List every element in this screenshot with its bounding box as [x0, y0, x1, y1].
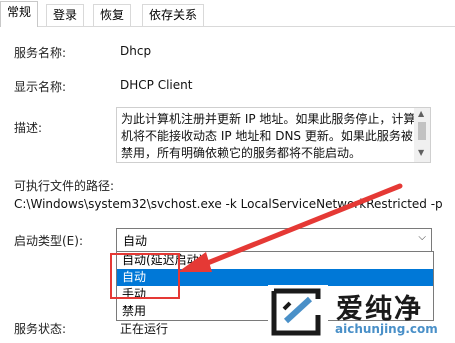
brand-logo-icon — [271, 288, 321, 336]
watermark-logo — [268, 285, 328, 340]
watermark-domain: aichunjing.com — [335, 322, 438, 336]
service-status-label: 服务状态: — [14, 322, 67, 336]
service-status-value: 正在运行 — [120, 322, 169, 336]
watermark-brand: 爱纯净 — [336, 294, 423, 325]
